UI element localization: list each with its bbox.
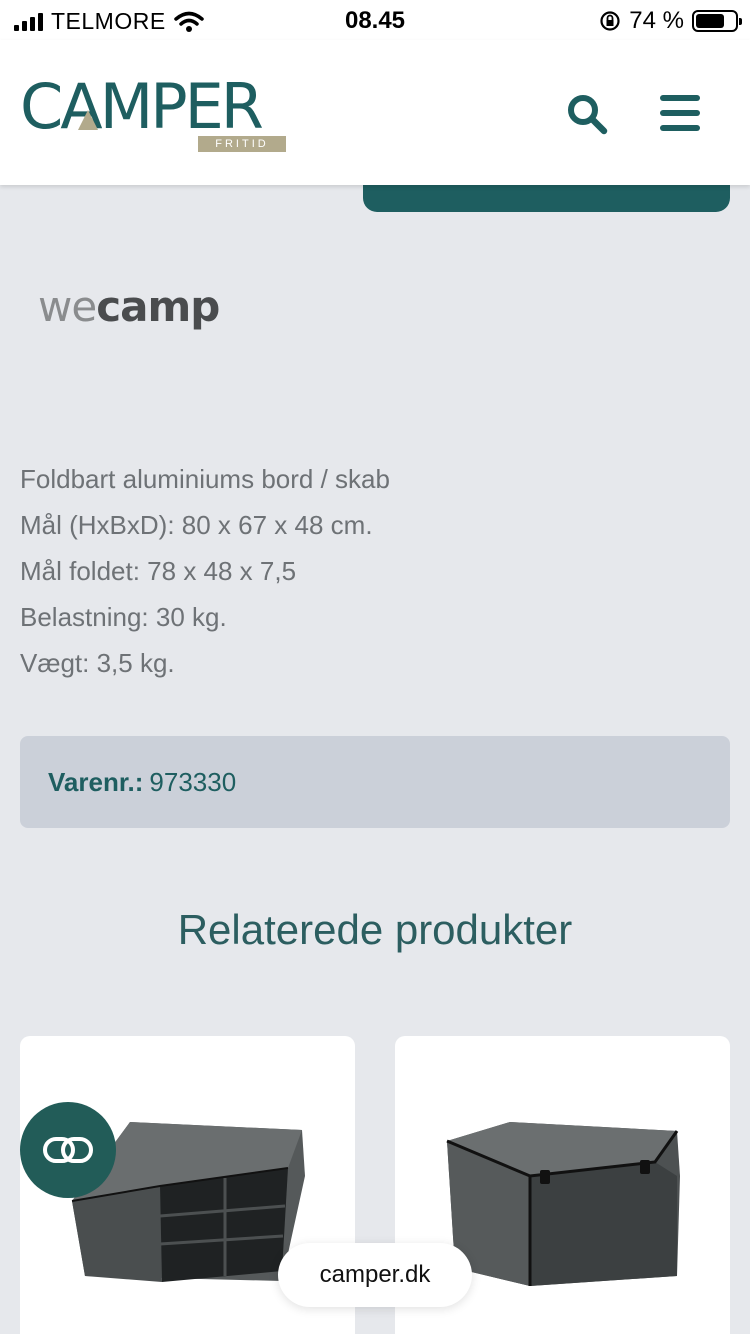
search-icon	[568, 95, 608, 135]
description-line: Vægt: 3,5 kg.	[20, 648, 175, 678]
status-bar: TELMORE 08.45 74 %	[0, 0, 750, 40]
description-line: Mål (HxBxD): 80 x 67 x 48 cm.	[20, 510, 373, 540]
wecamp-brand-logo: wecamp	[38, 282, 220, 331]
chain-link-icon	[43, 1137, 93, 1163]
site-header: CAMPER FRITID	[0, 40, 750, 185]
product-description: Foldbart aluminiums bord / skab Mål (HxB…	[20, 456, 720, 686]
battery-percentage: 74 %	[629, 7, 684, 34]
sku-label: Varenr.:	[48, 766, 144, 797]
related-products-title: Relaterede produkter	[177, 906, 573, 953]
sku-value: 973330	[149, 766, 237, 797]
hamburger-menu-icon[interactable]	[660, 95, 700, 131]
orientation-lock-icon	[600, 11, 620, 31]
svg-text:CAMPER: CAMPER	[20, 70, 263, 140]
description-line: Belastning: 30 kg.	[20, 602, 227, 632]
description-line: Foldbart aluminiums bord / skab	[20, 464, 390, 494]
description-line: Mål foldet: 78 x 48 x 7,5	[20, 556, 297, 586]
chat-widget-button[interactable]	[20, 1102, 116, 1198]
search-button[interactable]	[565, 92, 609, 136]
sku-box: Varenr.: 973330	[20, 736, 730, 828]
camper-logo-wordmark: CAMPER	[20, 70, 266, 143]
battery-icon	[692, 10, 742, 32]
browser-url-bar[interactable]: camper.dk	[278, 1243, 472, 1307]
logo-subtext: FRITID	[198, 136, 286, 152]
camper-logo[interactable]: CAMPER FRITID	[20, 70, 290, 154]
